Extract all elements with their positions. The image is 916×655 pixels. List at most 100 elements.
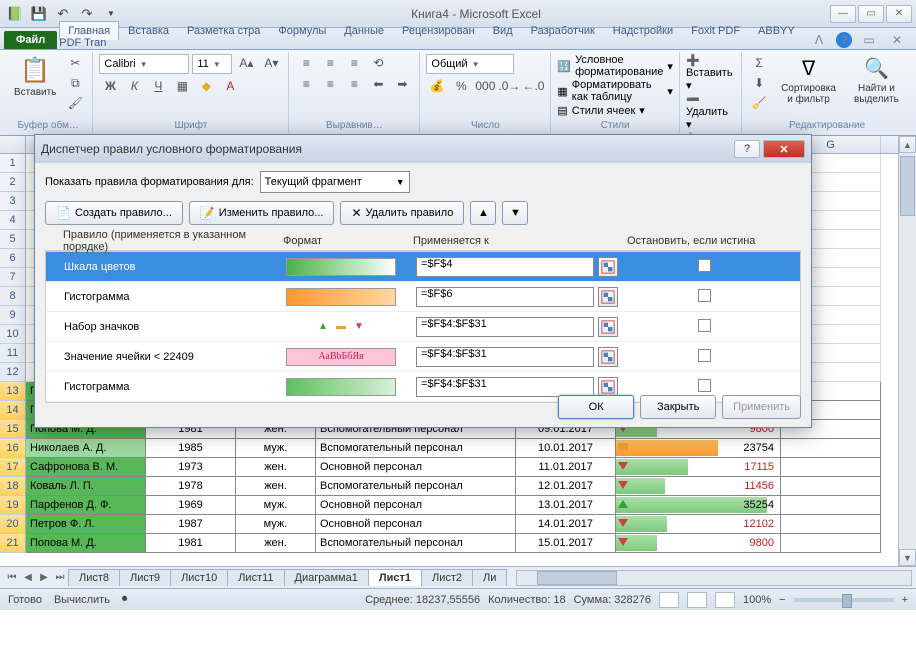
cell[interactable]: 13.01.2017: [516, 496, 616, 514]
dialog-close-button[interactable]: ✕: [763, 140, 805, 158]
align-center-icon[interactable]: ≡: [319, 75, 341, 93]
row-header-5[interactable]: 5: [0, 230, 25, 249]
ribbon-tab-9[interactable]: Foxit PDF: [682, 21, 749, 40]
row-header-10[interactable]: 10: [0, 325, 25, 344]
range-input[interactable]: =$F$6: [416, 287, 594, 307]
cell[interactable]: Коваль Л. П.: [26, 477, 146, 495]
row-header-7[interactable]: 7: [0, 268, 25, 287]
range-selector-button[interactable]: [598, 317, 618, 337]
row-header-1[interactable]: 1: [0, 154, 25, 173]
row-header-20[interactable]: 20: [0, 515, 25, 534]
cell[interactable]: [781, 534, 881, 552]
sheet-tab[interactable]: Ли: [472, 569, 507, 586]
tab-nav-first[interactable]: ⏮: [4, 572, 20, 583]
dialog-help-button[interactable]: ?: [734, 140, 760, 158]
select-all-corner[interactable]: [0, 136, 26, 153]
cell[interactable]: 1969: [146, 496, 236, 514]
indent-inc-icon[interactable]: ➡: [391, 75, 413, 93]
rules-list[interactable]: Шкала цветов=$F$4Гистограмма=$F$6Набор з…: [45, 251, 801, 403]
cell-styles-button[interactable]: ▤Стили ячеек ▾: [557, 104, 673, 117]
percent-icon[interactable]: %: [450, 77, 472, 95]
cell[interactable]: муж.: [236, 439, 316, 457]
file-tab[interactable]: Файл: [4, 31, 57, 49]
row-header-15[interactable]: 15: [0, 420, 25, 439]
row-header-9[interactable]: 9: [0, 306, 25, 325]
sheet-tab[interactable]: Лист9: [119, 569, 171, 586]
minimize-ribbon-icon[interactable]: ᐱ: [808, 31, 830, 49]
zoom-in-button[interactable]: +: [902, 594, 908, 606]
rule-row[interactable]: Шкала цветов=$F$4: [46, 252, 800, 282]
cell[interactable]: 12.01.2017: [516, 477, 616, 495]
minimize-button[interactable]: —: [830, 5, 856, 23]
border-icon[interactable]: ▦: [171, 77, 193, 95]
cell[interactable]: [781, 496, 881, 514]
move-down-button[interactable]: ▼: [502, 201, 528, 225]
cell-value[interactable]: 35254: [616, 496, 781, 514]
dialog-title-bar[interactable]: Диспетчер правил условного форматировани…: [35, 135, 811, 163]
delete-rule-button[interactable]: ✕Удалить правило: [340, 201, 464, 225]
row-header-6[interactable]: 6: [0, 249, 25, 268]
row-header-17[interactable]: 17: [0, 458, 25, 477]
row-header-21[interactable]: 21: [0, 534, 25, 553]
cell[interactable]: 1973: [146, 458, 236, 476]
sheet-tab[interactable]: Лист11: [227, 569, 284, 586]
zoom-out-button[interactable]: −: [779, 594, 785, 606]
comma-icon[interactable]: 000: [474, 77, 496, 95]
cell[interactable]: жен.: [236, 534, 316, 552]
tab-nav-next[interactable]: ▶: [36, 572, 52, 583]
hscroll-thumb[interactable]: [537, 571, 617, 585]
move-up-button[interactable]: ▲: [470, 201, 496, 225]
view-normal-icon[interactable]: [659, 592, 679, 608]
maximize-button[interactable]: ▭: [858, 5, 884, 23]
row-header-18[interactable]: 18: [0, 477, 25, 496]
cell[interactable]: муж.: [236, 496, 316, 514]
dec-decimal-icon[interactable]: ←.0: [522, 77, 544, 95]
zoom-slider[interactable]: [794, 598, 894, 602]
currency-icon[interactable]: 💰: [426, 77, 448, 95]
edit-rule-button[interactable]: 📝Изменить правило...: [189, 201, 335, 225]
cell[interactable]: 11.01.2017: [516, 458, 616, 476]
sheet-tab[interactable]: Диаграмма1: [284, 569, 369, 586]
row-header-8[interactable]: 8: [0, 287, 25, 306]
cell[interactable]: Сафронова В. М.: [26, 458, 146, 476]
align-right-icon[interactable]: ≡: [343, 75, 365, 93]
row-header-12[interactable]: 12: [0, 363, 25, 382]
range-selector-button[interactable]: [598, 257, 618, 277]
view-break-icon[interactable]: [715, 592, 735, 608]
stop-checkbox[interactable]: [698, 349, 711, 362]
cut-icon[interactable]: ✂: [64, 54, 86, 72]
format-as-table-button[interactable]: ▦Форматировать как таблицу ▾: [557, 79, 673, 103]
rule-row[interactable]: Набор значков▲▬▼=$F$4:$F$31: [46, 312, 800, 342]
cell[interactable]: 15.01.2017: [516, 534, 616, 552]
clear-icon[interactable]: 🧹: [748, 94, 770, 112]
ribbon-tab-6[interactable]: Вид: [484, 21, 522, 40]
sheet-tab[interactable]: Лист10: [170, 569, 228, 586]
stop-checkbox[interactable]: [698, 259, 711, 272]
cell[interactable]: [781, 439, 881, 457]
number-format-combo[interactable]: Общий▼: [426, 54, 514, 74]
rule-row[interactable]: Значение ячейки < 22409АаВbБбЯя=$F$4:$F$…: [46, 342, 800, 372]
ribbon-tab-3[interactable]: Формулы: [269, 21, 335, 40]
row-header-14[interactable]: 14: [0, 401, 25, 420]
shrink-font-icon[interactable]: A▾: [260, 54, 282, 72]
ok-button[interactable]: ОК: [558, 395, 634, 419]
ribbon-tab-5[interactable]: Рецензирован: [393, 21, 484, 40]
cell-value[interactable]: 12102: [616, 515, 781, 533]
row-header-19[interactable]: 19: [0, 496, 25, 515]
range-input[interactable]: =$F$4:$F$31: [416, 347, 594, 367]
sheet-tab[interactable]: Лист2: [421, 569, 473, 586]
font-color-icon[interactable]: A: [219, 77, 241, 95]
cell[interactable]: Петров Ф. Л.: [26, 515, 146, 533]
stop-checkbox[interactable]: [698, 319, 711, 332]
zoom-level[interactable]: 100%: [743, 594, 771, 606]
row-header-3[interactable]: 3: [0, 192, 25, 211]
orientation-icon[interactable]: ⟲: [367, 54, 389, 72]
italic-icon[interactable]: К: [123, 77, 145, 95]
range-selector-button[interactable]: [598, 287, 618, 307]
range-input[interactable]: =$F$4:$F$31: [416, 377, 594, 397]
restore-workbook-icon[interactable]: ▭: [858, 31, 880, 49]
cell[interactable]: 1981: [146, 534, 236, 552]
cell[interactable]: Николаев А. Д.: [26, 439, 146, 457]
cell[interactable]: 14.01.2017: [516, 515, 616, 533]
ribbon-tab-4[interactable]: Данные: [335, 21, 393, 40]
